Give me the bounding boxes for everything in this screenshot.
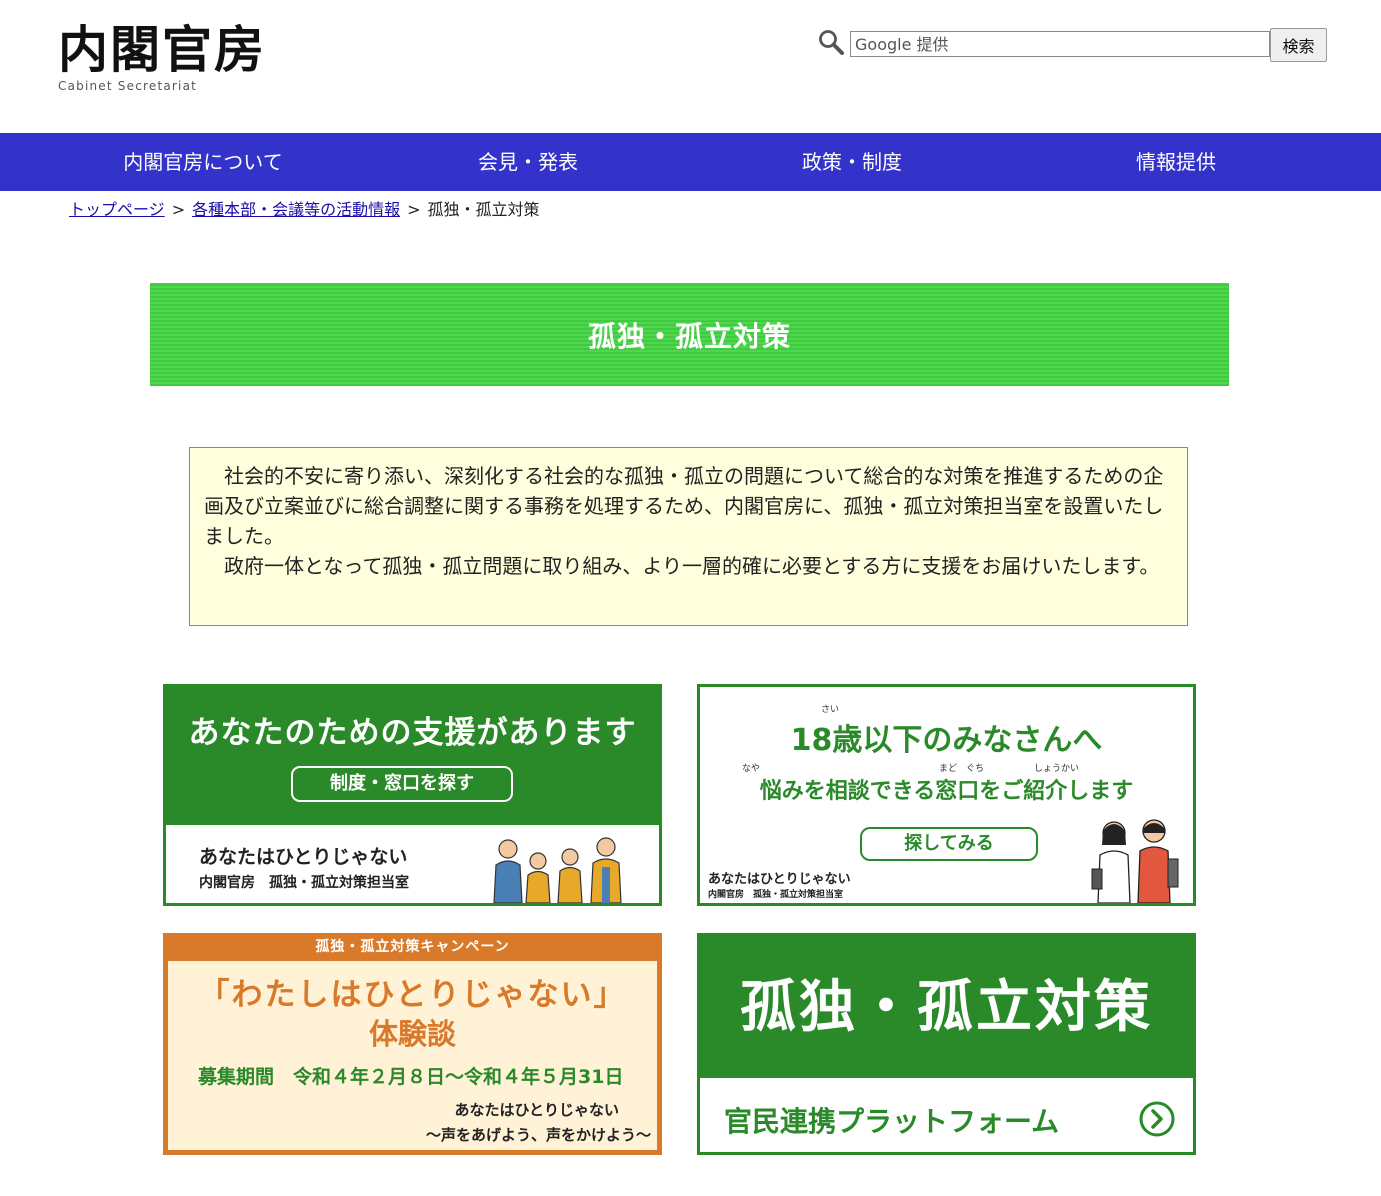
nav-item-info[interactable]: 情報提供 xyxy=(1078,133,1274,191)
intro-paragraph-1: 社会的不安に寄り添い、深刻化する社会的な孤独・孤立の問題について総合的な対策を推… xyxy=(204,464,1164,548)
people-illustration-icon xyxy=(493,837,622,903)
campaign-banner-title-2: 体験談 xyxy=(368,1017,456,1051)
breadcrumb-link-activities[interactable]: 各種本部・会議等の活動情報 xyxy=(192,200,400,219)
campaign-banner[interactable]: 孤独・孤立対策キャンペーン 「わたしはひとりじゃない」 体験談 募集期間 令和４… xyxy=(163,933,662,1155)
breadcrumb-current: 孤独・孤立対策 xyxy=(427,200,540,219)
youth-banner-title-ruby: さい xyxy=(821,705,840,715)
breadcrumb-link-top[interactable]: トップページ xyxy=(69,200,165,219)
campaign-banner-period: 募集期間 令和４年２月８日～令和４年５月31日 xyxy=(198,1066,624,1088)
site-logo-subtitle: Cabinet Secretariat xyxy=(58,79,198,93)
platform-banner-title: 孤独・孤立対策 xyxy=(740,975,1153,1040)
youth-banner[interactable]: さい 18歳以下のみなさんへ なや まど ぐち しょうかい 悩みを相談できる窓口… xyxy=(697,684,1196,906)
campaign-banner-body: 「わたしはひとりじゃない」 体験談 募集期間 令和４年２月８日～令和４年５月31… xyxy=(168,961,657,1150)
support-banner-org: 内閣官房 孤独・孤立対策担当室 xyxy=(199,875,409,891)
intro-paragraph-2: 政府一体となって孤独・孤立問題に取り組み、より一層的確に必要とする方に支援をお届… xyxy=(224,554,1160,578)
breadcrumb-separator: > xyxy=(407,200,421,219)
support-banner[interactable]: あなたのための支援があります 制度・窓口を探す あなたはひとりじゃない 内閣官房… xyxy=(163,684,662,906)
find-support-button[interactable]: 制度・窓口を探す xyxy=(291,766,513,802)
breadcrumb-separator: > xyxy=(171,200,186,219)
site-logo[interactable]: 内閣官房 xyxy=(58,22,266,78)
nav-item-about[interactable]: 内閣官房について xyxy=(84,133,322,191)
chevron-right-icon[interactable] xyxy=(1139,1101,1175,1137)
nav-item-policy[interactable]: 政策・制度 xyxy=(754,133,950,191)
platform-banner[interactable]: 孤独・孤立対策 官民連携プラットフォーム xyxy=(697,933,1196,1155)
page-title-banner: 孤独・孤立対策 xyxy=(150,283,1229,386)
youth-banner-org: 内閣官房 孤独・孤立対策担当室 xyxy=(708,890,844,900)
campaign-banner-header: 孤独・孤立対策キャンペーン xyxy=(315,939,510,955)
support-banner-title: あなたのための支援があります xyxy=(188,715,637,751)
page-title: 孤独・孤立対策 xyxy=(587,319,791,353)
campaign-banner-tagline: あなたはひとりじゃない xyxy=(454,1101,619,1119)
youth-banner-tagline: あなたはひとりじゃない xyxy=(708,872,851,887)
campaign-banner-title: 「わたしはひとりじゃない」 xyxy=(198,977,627,1013)
youth-banner-title: 18歳以下のみなさんへ xyxy=(790,723,1103,758)
youth-illustration-icon xyxy=(1091,819,1179,903)
search-input[interactable] xyxy=(850,31,1270,57)
search-window-button[interactable]: 探してみる xyxy=(860,827,1038,861)
campaign-banner-tagline-2: ～声をあげよう、声をかけよう～ xyxy=(425,1126,651,1144)
search-icon xyxy=(819,30,844,55)
search-button[interactable]: 検索 xyxy=(1270,28,1327,62)
support-banner-tagline: あなたはひとりじゃない xyxy=(199,846,408,868)
intro-box: 社会的不安に寄り添い、深刻化する社会的な孤独・孤立の問題について総合的な対策を推… xyxy=(189,447,1188,626)
platform-banner-subtitle: 官民連携プラットフォーム xyxy=(724,1105,1060,1138)
breadcrumb: トップページ > 各種本部・会議等の活動情報 > 孤独・孤立対策 xyxy=(69,199,540,221)
global-nav: 内閣官房について 会見・発表 政策・制度 情報提供 xyxy=(0,133,1381,191)
nav-item-press[interactable]: 会見・発表 xyxy=(430,133,626,191)
youth-banner-subtitle: 悩みを相談できる窓口をご紹介します xyxy=(759,779,1134,804)
